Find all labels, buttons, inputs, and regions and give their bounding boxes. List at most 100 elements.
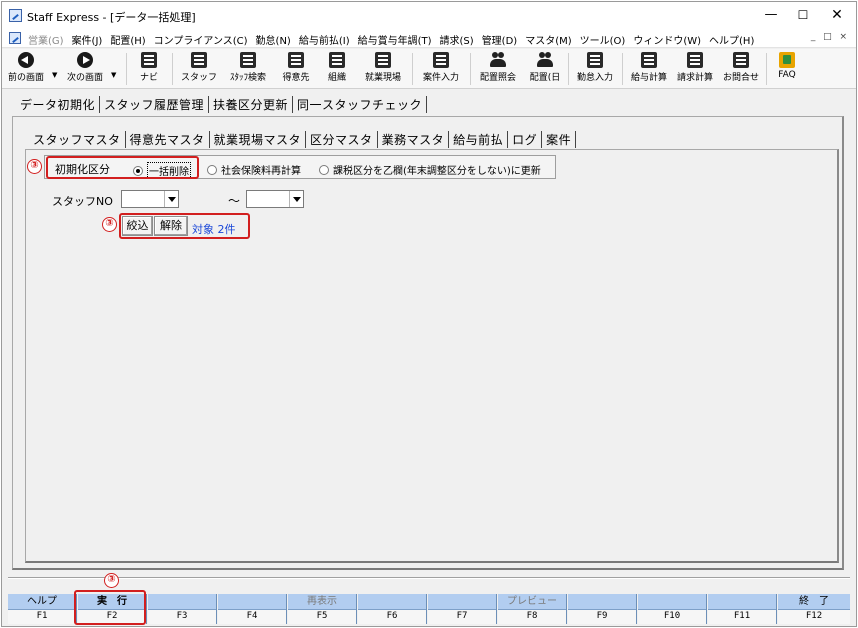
fkey-label (428, 594, 496, 610)
menu-window[interactable]: ウィンドウ(W) (633, 32, 701, 47)
menu-items: 営業(G) 案件(J) 配置(H) コンプライアンス(C) 勤怠(N) 給与前払… (28, 32, 754, 47)
menu-sales[interactable]: 営業(G) (28, 32, 64, 47)
status-divider (8, 577, 850, 579)
fkey-label: プレビュー (498, 594, 566, 610)
maximize-button[interactable]: ☐ (788, 6, 818, 24)
fkey-f9[interactable]: F9 (568, 594, 637, 624)
fkey-f3[interactable]: F3 (148, 594, 217, 624)
callout-marker: ③ (102, 217, 117, 232)
close-button[interactable]: ✕ (822, 6, 852, 24)
staff-label: スタッフ (180, 73, 217, 83)
organization-icon (329, 52, 345, 68)
people-icon (537, 52, 553, 68)
tab-log[interactable]: ログ (508, 131, 543, 148)
menu-help[interactable]: ヘルプ(H) (709, 32, 754, 47)
fkey-f5-refresh[interactable]: 再表示 F5 (288, 594, 357, 624)
menu-case[interactable]: 案件(J) (72, 32, 103, 47)
menu-attendance[interactable]: 勤怠(N) (256, 32, 291, 47)
attendance-icon (587, 52, 603, 68)
navi-label: ナビ (139, 73, 158, 83)
menu-master[interactable]: マスタ(M) (525, 32, 571, 47)
window-title: Staff Express - [データ一括処理] (27, 11, 196, 24)
client-button[interactable]: 得意先 (276, 51, 316, 87)
toolbar: 前の画面 ▼ 次の画面 ▼ ナビ スタッフ ｽﾀｯﾌ検索 得意先 組織 就業現場… (2, 49, 856, 89)
attendance-input-button[interactable]: 勤怠入力 (572, 51, 618, 87)
tab-business-master[interactable]: 業務マスタ (378, 131, 450, 148)
billing-calc-button[interactable]: 請求計算 (672, 51, 718, 87)
case-input-label: 案件入力 (422, 73, 459, 83)
chevron-down-icon[interactable]: ▼ (111, 71, 116, 79)
tab-duplicate-staff-check[interactable]: 同一スタッフチェック (293, 96, 428, 113)
people-icon (490, 52, 506, 68)
menu-billing[interactable]: 請求(S) (440, 32, 474, 47)
case-input-button[interactable]: 案件入力 (416, 51, 466, 87)
fkey-key: F4 (218, 610, 286, 624)
menu-compliance[interactable]: コンプライアンス(C) (154, 32, 248, 47)
case-input-icon (433, 52, 449, 68)
tab-case[interactable]: 案件 (542, 131, 577, 148)
highlight-init-type (46, 156, 199, 179)
fkey-f4[interactable]: F4 (218, 594, 287, 624)
staff-button[interactable]: スタッフ (178, 51, 220, 87)
staff-no-from-select[interactable] (121, 190, 179, 208)
arrow-right-icon (77, 52, 93, 68)
fkey-key: F10 (638, 610, 706, 624)
app-window: Staff Express - [データ一括処理] — ☐ ✕ 営業(G) 案件… (1, 1, 857, 627)
faq-button[interactable]: FAQ (772, 51, 802, 87)
prev-screen-button[interactable]: 前の画面 (4, 51, 48, 87)
fkey-key: F1 (8, 610, 76, 624)
minimize-button[interactable]: — (756, 6, 786, 24)
chevron-down-icon[interactable] (289, 191, 303, 207)
fkey-key: F5 (288, 610, 356, 624)
tab-data-init[interactable]: データ初期化 (16, 96, 101, 113)
fkey-label (708, 594, 776, 610)
fkey-f12-exit[interactable]: 終 了 F12 (778, 594, 850, 624)
menu-bar: 営業(G) 案件(J) 配置(H) コンプライアンス(C) 勤怠(N) 給与前払… (2, 30, 856, 48)
fkey-f7[interactable]: F7 (428, 594, 497, 624)
radio-unselected-icon (319, 164, 329, 175)
radio-social-insurance-recalc[interactable]: 社会保険料再計算 (207, 162, 301, 177)
mdi-controls[interactable]: _ □ × (811, 32, 850, 42)
menu-admin[interactable]: 管理(D) (482, 32, 518, 47)
inquiry-button[interactable]: お問合せ (718, 51, 764, 87)
tab-client-master[interactable]: 得意先マスタ (126, 131, 210, 148)
staff-search-icon (240, 52, 256, 68)
fkey-f1-help[interactable]: ヘルプ F1 (8, 594, 77, 624)
staff-no-to-select[interactable] (246, 190, 304, 208)
fkey-f10[interactable]: F10 (638, 594, 707, 624)
organization-label: 組織 (327, 73, 346, 83)
assignment-query-button[interactable]: 配置照会 (474, 51, 522, 87)
toolbar-divider (412, 53, 413, 85)
menu-payroll[interactable]: 給与賞与年調(T) (358, 32, 432, 47)
chevron-down-icon[interactable] (164, 191, 178, 207)
toolbar-divider (126, 53, 127, 85)
chevron-down-icon[interactable]: ▼ (52, 71, 57, 79)
organization-button[interactable]: 組織 (320, 51, 354, 87)
menu-tools[interactable]: ツール(O) (580, 32, 626, 47)
tab-dependent-update[interactable]: 扶養区分更新 (209, 96, 294, 113)
fkey-f6[interactable]: F6 (358, 594, 427, 624)
highlight-execute (74, 590, 146, 625)
next-screen-button[interactable]: 次の画面 (62, 51, 108, 87)
staff-search-button[interactable]: ｽﾀｯﾌ検索 (224, 51, 272, 87)
tab-worksite-master[interactable]: 就業現場マスタ (210, 131, 307, 148)
radio-tax-column-update[interactable]: 課税区分を乙欄(年末調整区分をしない)に更新 (319, 162, 541, 177)
navi-button[interactable]: ナビ (134, 51, 164, 87)
fkey-f11[interactable]: F11 (708, 594, 777, 624)
assignment-day-button[interactable]: 配置(日 (524, 51, 566, 87)
tab-staff-master[interactable]: スタッフマスタ (29, 131, 126, 148)
tab-staff-history[interactable]: スタッフ履歴管理 (100, 96, 210, 113)
outer-tab-bar: データ初期化 スタッフ履歴管理 扶養区分更新 同一スタッフチェック (16, 96, 428, 113)
inquiry-label: お問合せ (722, 73, 759, 83)
faq-icon (779, 52, 795, 68)
menu-advance-pay[interactable]: 給与前払(I) (299, 32, 350, 47)
tab-category-master[interactable]: 区分マスタ (306, 131, 378, 148)
payroll-calc-button[interactable]: 給与計算 (626, 51, 672, 87)
work-site-button[interactable]: 就業現場 (358, 51, 408, 87)
tab-advance-pay[interactable]: 給与前払 (449, 131, 509, 148)
fkey-key: F11 (708, 610, 776, 624)
fkey-f8-preview[interactable]: プレビュー F8 (498, 594, 567, 624)
title-bar: Staff Express - [データ一括処理] — ☐ ✕ (2, 2, 856, 30)
menu-assignment[interactable]: 配置(H) (110, 32, 145, 47)
fkey-key: F3 (148, 610, 216, 624)
